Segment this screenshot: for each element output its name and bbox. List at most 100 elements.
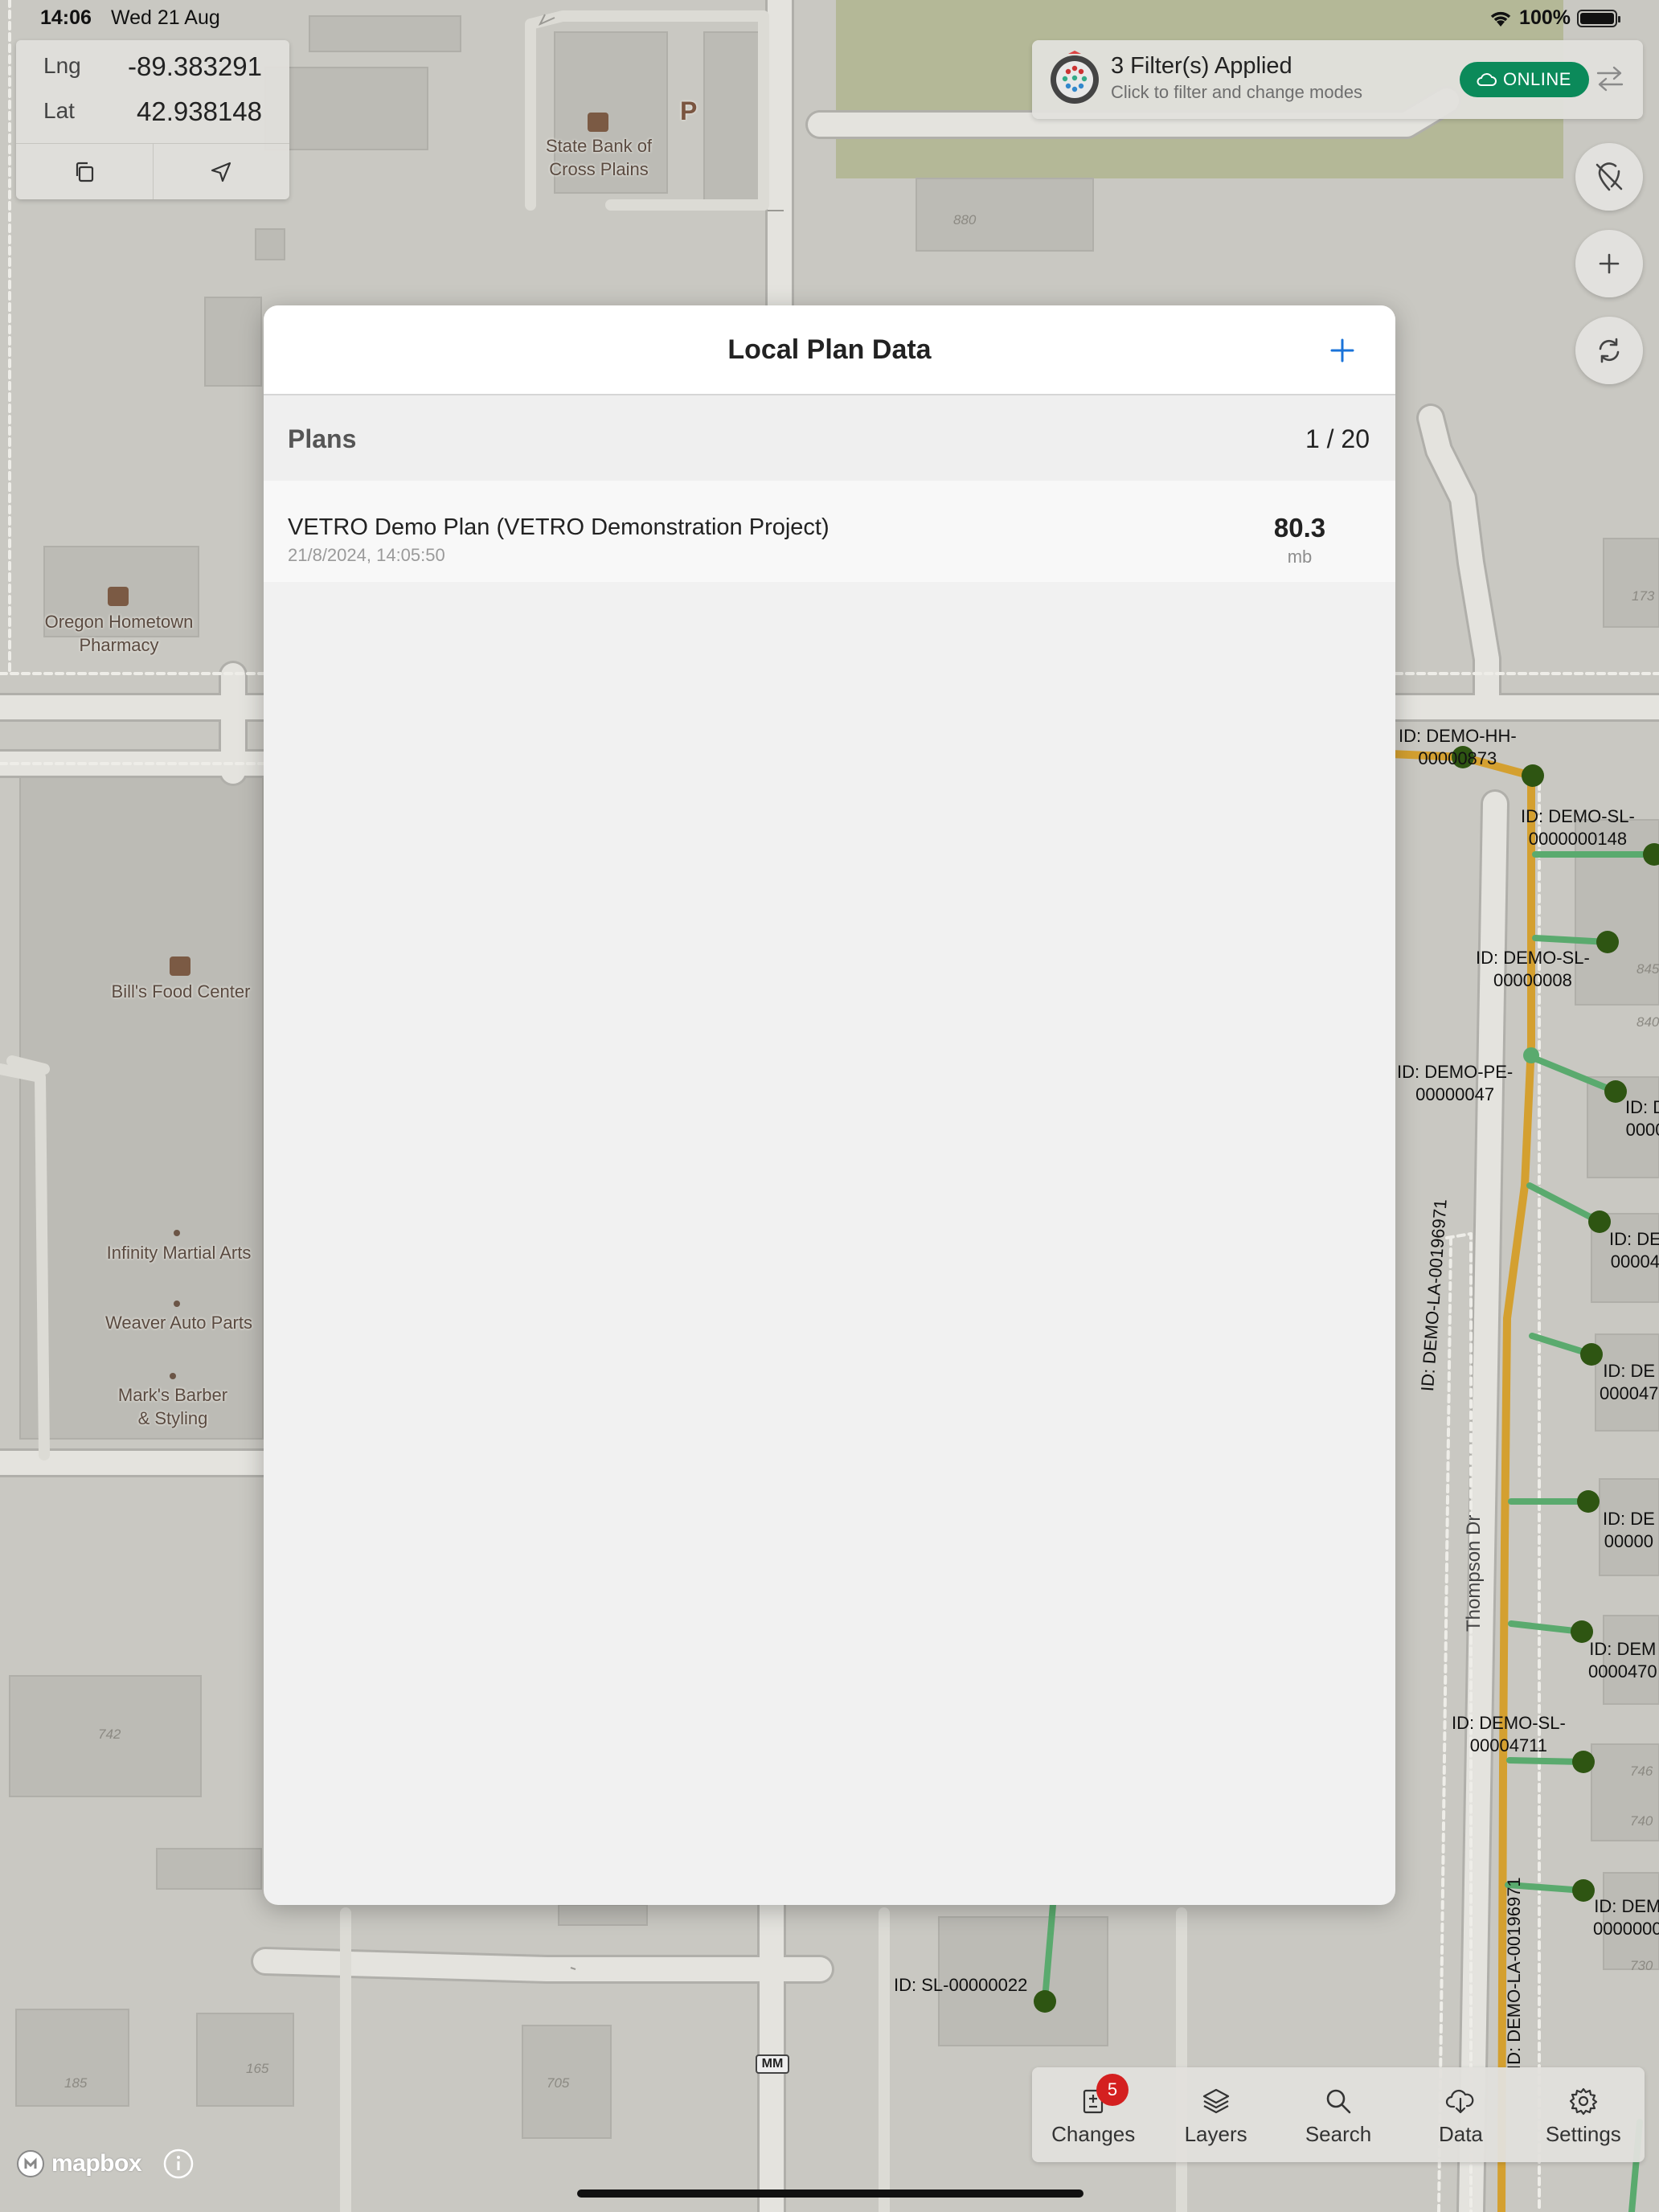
- status-bar: 14:06 Wed 21 Aug 100%: [0, 0, 1659, 40]
- highway-shield: MM: [756, 2054, 789, 2074]
- copy-coordinates-button[interactable]: [16, 144, 153, 199]
- cloud-download-icon: [1446, 2089, 1474, 2114]
- mapbox-logo-icon: [17, 2150, 44, 2177]
- poi-label-barber[interactable]: Mark's Barber & Styling: [88, 1384, 257, 1430]
- poi-label-bank[interactable]: State Bank of Cross Plains: [526, 135, 671, 181]
- lat-value: 42.938148: [137, 96, 262, 126]
- poi-dot-martial: [174, 1230, 180, 1236]
- add-plan-button[interactable]: [1320, 328, 1365, 373]
- online-status-label: ONLINE: [1503, 69, 1571, 89]
- layers-icon: [1202, 2088, 1229, 2114]
- tab-data[interactable]: Data: [1399, 2067, 1522, 2162]
- location-off-icon: [1596, 162, 1623, 191]
- lat-label: Lat: [43, 98, 75, 123]
- plan-row[interactable]: VETRO Demo Plan (VETRO Demonstration Pro…: [264, 481, 1395, 582]
- feature-label[interactable]: ID: DEMO-SL- 0000000148: [1521, 805, 1635, 850]
- map-attribution: mapbox: [16, 2148, 195, 2180]
- plan-size: 80.3: [1273, 513, 1326, 543]
- lat-row: Lat 42.938148: [16, 85, 289, 130]
- feature-label[interactable]: ID: DEMO-SL- 00000008: [1476, 947, 1590, 992]
- status-date: Wed 21 Aug: [111, 6, 220, 29]
- wifi-icon: [1490, 11, 1511, 27]
- lng-value: -89.383291: [128, 51, 262, 81]
- poi-label-pharmacy[interactable]: Oregon Hometown Pharmacy: [24, 611, 214, 657]
- house-number: 746: [1630, 1763, 1653, 1779]
- plan-size-unit: mb: [1287, 547, 1313, 567]
- bank-icon: [588, 113, 608, 132]
- cloud-icon: [1477, 73, 1497, 86]
- poi-dot-barber: [170, 1373, 176, 1379]
- refresh-button[interactable]: [1575, 317, 1643, 384]
- home-indicator[interactable]: [577, 2189, 1083, 2198]
- refresh-icon: [1599, 338, 1620, 363]
- modal-header: Local Plan Data: [264, 305, 1395, 395]
- status-right: 100%: [1489, 6, 1620, 30]
- feature-label[interactable]: ID: DEMO-PE- 00000047: [1397, 1061, 1513, 1106]
- gear-icon: [1569, 2087, 1597, 2116]
- pharmacy-icon: [108, 587, 129, 606]
- feature-label[interactable]: ID: DEMO-LA-00196971: [1503, 1877, 1526, 2070]
- zoom-in-button[interactable]: [1575, 230, 1643, 297]
- house-number: 705: [547, 2075, 570, 2091]
- coordinate-actions: [16, 143, 289, 199]
- house-number: 880: [953, 212, 977, 227]
- house-number: 165: [246, 2061, 269, 2076]
- tab-search[interactable]: Search: [1277, 2067, 1399, 2162]
- section-title: Plans: [288, 424, 357, 453]
- feature-label[interactable]: ID: DEMO-HH- 00000873: [1399, 725, 1517, 770]
- plus-icon: [1330, 338, 1354, 363]
- tab-changes[interactable]: 5 Changes: [1032, 2067, 1154, 2162]
- parking-label: P: [680, 96, 698, 125]
- battery-percent: 100%: [1519, 6, 1571, 29]
- house-number: 740: [1630, 1813, 1653, 1829]
- filter-subtitle: Click to filter and change modes: [1111, 82, 1363, 102]
- modal-title: Local Plan Data: [727, 334, 932, 365]
- poi-label-food[interactable]: Bill's Food Center: [80, 981, 281, 1004]
- house-number: 173: [1632, 588, 1655, 604]
- navigation-arrow-icon: [211, 162, 231, 182]
- tab-layers[interactable]: Layers: [1154, 2067, 1276, 2162]
- online-status-badge[interactable]: ONLINE: [1460, 62, 1589, 97]
- info-icon[interactable]: [162, 2148, 195, 2180]
- feature-label[interactable]: ID: DE 00000: [1603, 1508, 1655, 1553]
- feature-label[interactable]: ID: DE 000047: [1600, 1360, 1658, 1405]
- local-plan-data-modal: Local Plan Data Plans 1 / 20 VETRO Demo …: [264, 305, 1395, 1905]
- feature-label[interactable]: ID: SL-00000022: [894, 1974, 1027, 1997]
- shopping-cart-icon: [170, 956, 190, 976]
- tab-label: Data: [1438, 2122, 1483, 2146]
- poi-label-martial[interactable]: Infinity Martial Arts: [80, 1242, 277, 1265]
- lng-label: Lng: [43, 53, 81, 78]
- tab-label: Search: [1305, 2122, 1372, 2146]
- tab-label: Changes: [1051, 2122, 1136, 2146]
- tab-label: Layers: [1184, 2122, 1247, 2146]
- hide-location-button[interactable]: [1575, 143, 1643, 211]
- poi-label-auto[interactable]: Weaver Auto Parts: [80, 1312, 277, 1335]
- feature-label[interactable]: ID: DEM 0000470: [1588, 1638, 1657, 1683]
- lng-row: Lng -89.383291: [16, 40, 289, 85]
- plus-icon: [1599, 253, 1620, 274]
- house-number: 845: [1636, 961, 1659, 977]
- house-number: 742: [98, 1727, 121, 1742]
- filter-title: 3 Filter(s) Applied: [1111, 53, 1292, 79]
- feature-label[interactable]: ID: DE 00004: [1609, 1228, 1659, 1273]
- battery-icon: [1577, 9, 1620, 27]
- plan-name: VETRO Demo Plan (VETRO Demonstration Pro…: [288, 514, 830, 540]
- house-number: 730: [1630, 1958, 1653, 1973]
- filter-bar[interactable]: 3 Filter(s) Applied Click to filter and …: [1032, 40, 1643, 119]
- feature-label[interactable]: ID: DEM 0000000: [1593, 1895, 1659, 1940]
- plan-date: 21/8/2024, 14:05:50: [288, 545, 445, 565]
- filter-logo-icon: [1051, 51, 1099, 104]
- search-icon: [1326, 2089, 1351, 2114]
- road-label: Thompson Dr: [1463, 1514, 1485, 1632]
- mapbox-wordmark: mapbox: [51, 2150, 142, 2177]
- tab-label: Settings: [1545, 2122, 1621, 2146]
- feature-label[interactable]: ID: D 0000: [1625, 1096, 1659, 1141]
- copy-icon: [76, 162, 93, 182]
- swap-arrows-icon[interactable]: [1595, 64, 1625, 93]
- tab-settings[interactable]: Settings: [1522, 2067, 1645, 2162]
- feature-label[interactable]: ID: DEMO-SL- 00004711: [1452, 1712, 1566, 1757]
- locate-button[interactable]: [152, 144, 290, 199]
- house-number: 840: [1636, 1014, 1659, 1030]
- house-number: 185: [64, 2075, 88, 2091]
- status-time: 14:06: [40, 6, 92, 29]
